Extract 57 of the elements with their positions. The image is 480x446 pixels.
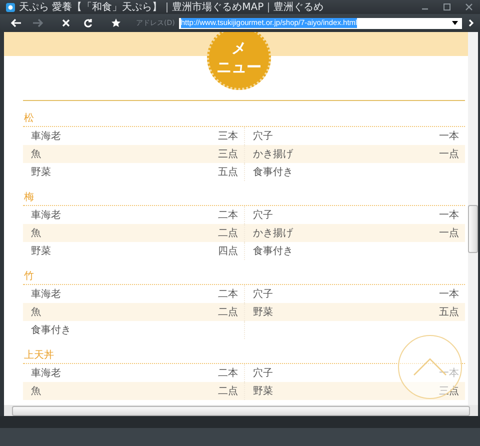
window-title: 天ぷら 愛養【「和食」天ぷら】｜豊洲市場ぐるめMAP｜豊洲ぐるめ [19,0,325,14]
item-name: 車海老 [31,288,61,301]
item-quantity: 三本 [218,130,238,143]
item-name: 食事付き [31,324,71,337]
item-quantity: 四点 [218,244,238,258]
item-name: 野菜 [253,384,273,398]
item-name: 食事付き [253,166,293,179]
item-quantity: 三点 [218,148,238,161]
item-name: 穴子 [253,288,273,301]
item-quantity: 一本 [439,288,459,301]
item-quantity: 五点 [218,166,238,179]
item-name: 食事付き [253,244,293,258]
forward-arrow-icon [32,18,44,28]
item-name: 車海老 [31,366,61,380]
item-name: かき揚げ [253,148,293,161]
item-quantity: 二点 [218,384,238,398]
refresh-icon [83,18,93,28]
item-quantity: 二本 [218,366,238,380]
item-quantity: 二点 [218,226,238,240]
item-name: 車海老 [31,130,61,143]
item-name: 穴子 [253,130,273,143]
section-title: 上天丼 [23,350,54,362]
item-quantity: 一点 [439,226,459,240]
item-name: 魚 [31,148,41,161]
item-name: 野菜 [253,306,273,319]
item-name: 穴子 [253,208,273,222]
vertical-scrollbar[interactable] [468,32,478,405]
close-icon [62,19,70,27]
scroll-thumb[interactable] [468,205,478,253]
item-quantity: 一点 [439,148,459,161]
section-title: 松 [23,113,34,125]
item-quantity: 五点 [439,306,459,319]
item-name: 野菜 [31,166,51,179]
item-quantity: 一本 [439,130,459,143]
app-icon [6,2,15,12]
dropdown-caret-icon[interactable] [452,21,458,25]
item-name: 魚 [31,227,41,240]
item-quantity: 二点 [218,306,238,319]
chevron-right-icon[interactable] [468,19,474,27]
item-quantity: 一本 [439,208,459,222]
item-name: 野菜 [31,244,51,258]
badge-text: ニュー [216,59,262,76]
item-name: 穴子 [253,366,273,380]
item-name: 魚 [31,385,41,398]
item-name: 車海老 [31,208,61,222]
maximize-icon[interactable] [442,2,452,12]
star-icon [111,18,121,28]
chevron-up-icon [413,358,447,376]
item-quantity: 二本 [218,208,238,222]
section-title: 竹 [23,271,34,283]
close-icon[interactable] [464,2,474,12]
badge-text: メ [232,40,246,57]
item-name: かき揚げ [253,227,293,240]
item-name: 魚 [31,306,41,319]
back-arrow-icon [10,18,22,28]
section-title: 梅 [23,192,34,204]
item-quantity: 二本 [218,288,238,301]
